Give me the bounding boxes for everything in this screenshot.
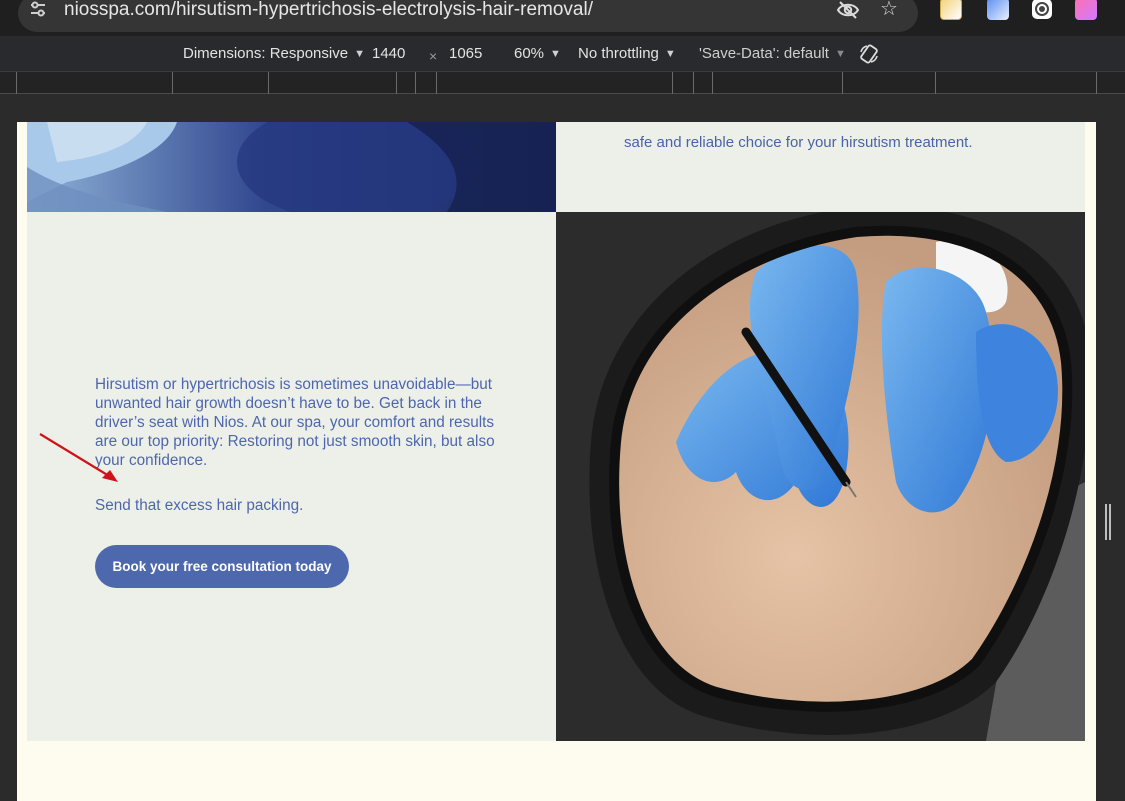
media-query-ruler[interactable] — [0, 72, 1125, 94]
extension-note-icon[interactable] — [940, 0, 962, 20]
ruler-tick — [693, 72, 694, 94]
dimensions-label: Dimensions: Responsive — [183, 45, 349, 62]
ruler-tick — [712, 72, 713, 94]
zoom-dropdown[interactable]: 60% ▼ — [514, 45, 561, 63]
throttling-label: No throttling — [578, 45, 659, 62]
device-frame-gap — [0, 95, 1125, 122]
electrolysis-photo-art — [556, 212, 1085, 741]
ruler-tick — [172, 72, 173, 94]
info-panel-top-right: ▔▔▔ ▔▔▔▔▔▔▔ ▔ ▔▔▔▔ ▔▔▔▔▔▔▔▔▔▔ ▔▔▔▔▔▔▔▔▔ … — [556, 122, 1085, 212]
dimensions-dropdown[interactable]: Dimensions: Responsive ▼ — [183, 45, 365, 63]
chevron-down-icon: ▼ — [834, 48, 846, 60]
ruler-tick — [16, 72, 17, 94]
site-settings-icon[interactable] — [28, 0, 48, 20]
book-consultation-button[interactable]: Book your free consultation today — [95, 545, 349, 588]
rotate-icon[interactable] — [858, 43, 880, 65]
ruler-tick — [842, 72, 843, 94]
ruler-tick — [436, 72, 437, 94]
height-input[interactable]: 1065 — [449, 45, 482, 63]
hide-eye-icon[interactable] — [836, 0, 860, 21]
chevron-down-icon: ▼ — [664, 48, 676, 60]
tagline: Send that excess hair packing. — [95, 497, 304, 514]
ruler-tick — [1096, 72, 1097, 94]
treatment-photo-top — [27, 122, 556, 212]
ruler-tick — [396, 72, 397, 94]
page-viewport: ▔▔▔ ▔▔▔▔▔▔▔ ▔ ▔▔▔▔ ▔▔▔▔▔▔▔▔▔▔ ▔▔▔▔▔▔▔▔▔ … — [17, 122, 1096, 801]
ruler-tick — [415, 72, 416, 94]
top-right-line: safe and reliable choice for your hirsut… — [624, 134, 973, 151]
save-data-dropdown[interactable]: 'Save-Data': default ▼ — [699, 45, 846, 63]
bookmark-star-icon[interactable]: ☆ — [877, 0, 901, 22]
treatment-photo-top-art — [27, 122, 556, 212]
chevron-down-icon: ▼ — [354, 48, 365, 60]
ruler-tick — [935, 72, 936, 94]
zoom-label: 60% — [514, 45, 545, 62]
extension-record-icon[interactable] — [1032, 0, 1052, 19]
times-icon: × — [429, 48, 438, 64]
device-resize-handle[interactable] — [1104, 504, 1112, 540]
clipped-line: ▔▔▔ ▔▔▔▔▔▔▔ ▔ ▔▔▔▔ ▔▔▔▔▔▔▔▔▔▔ ▔▔▔▔▔▔▔▔▔ … — [624, 122, 988, 132]
body-paragraph: Hirsutism or hypertrichosis is sometimes… — [95, 376, 495, 469]
ruler-tick — [672, 72, 673, 94]
annotation-arrow — [39, 433, 118, 482]
extension-profile-icon[interactable] — [1075, 0, 1097, 20]
top-right-paragraph: ▔▔▔ ▔▔▔▔▔▔▔ ▔ ▔▔▔▔ ▔▔▔▔▔▔▔▔▔▔ ▔▔▔▔▔▔▔▔▔ … — [624, 122, 1064, 152]
browser-address-row: niosspa.com/hirsutism-hypertrichosis-ele… — [0, 0, 1125, 36]
electrolysis-photo — [556, 212, 1085, 741]
url-text[interactable]: niosspa.com/hirsutism-hypertrichosis-ele… — [64, 0, 593, 20]
devtools-device-toolbar: Dimensions: Responsive ▼ 1440 × 1065 60% ▼… — [0, 36, 1125, 72]
ruler-tick — [268, 72, 269, 94]
width-input[interactable]: 1440 — [372, 45, 405, 63]
throttling-dropdown[interactable]: No throttling ▼ — [578, 45, 676, 63]
chevron-down-icon: ▼ — [550, 48, 561, 60]
extension-docs-icon[interactable] — [987, 0, 1009, 20]
save-data-label: 'Save-Data': default — [699, 45, 829, 62]
